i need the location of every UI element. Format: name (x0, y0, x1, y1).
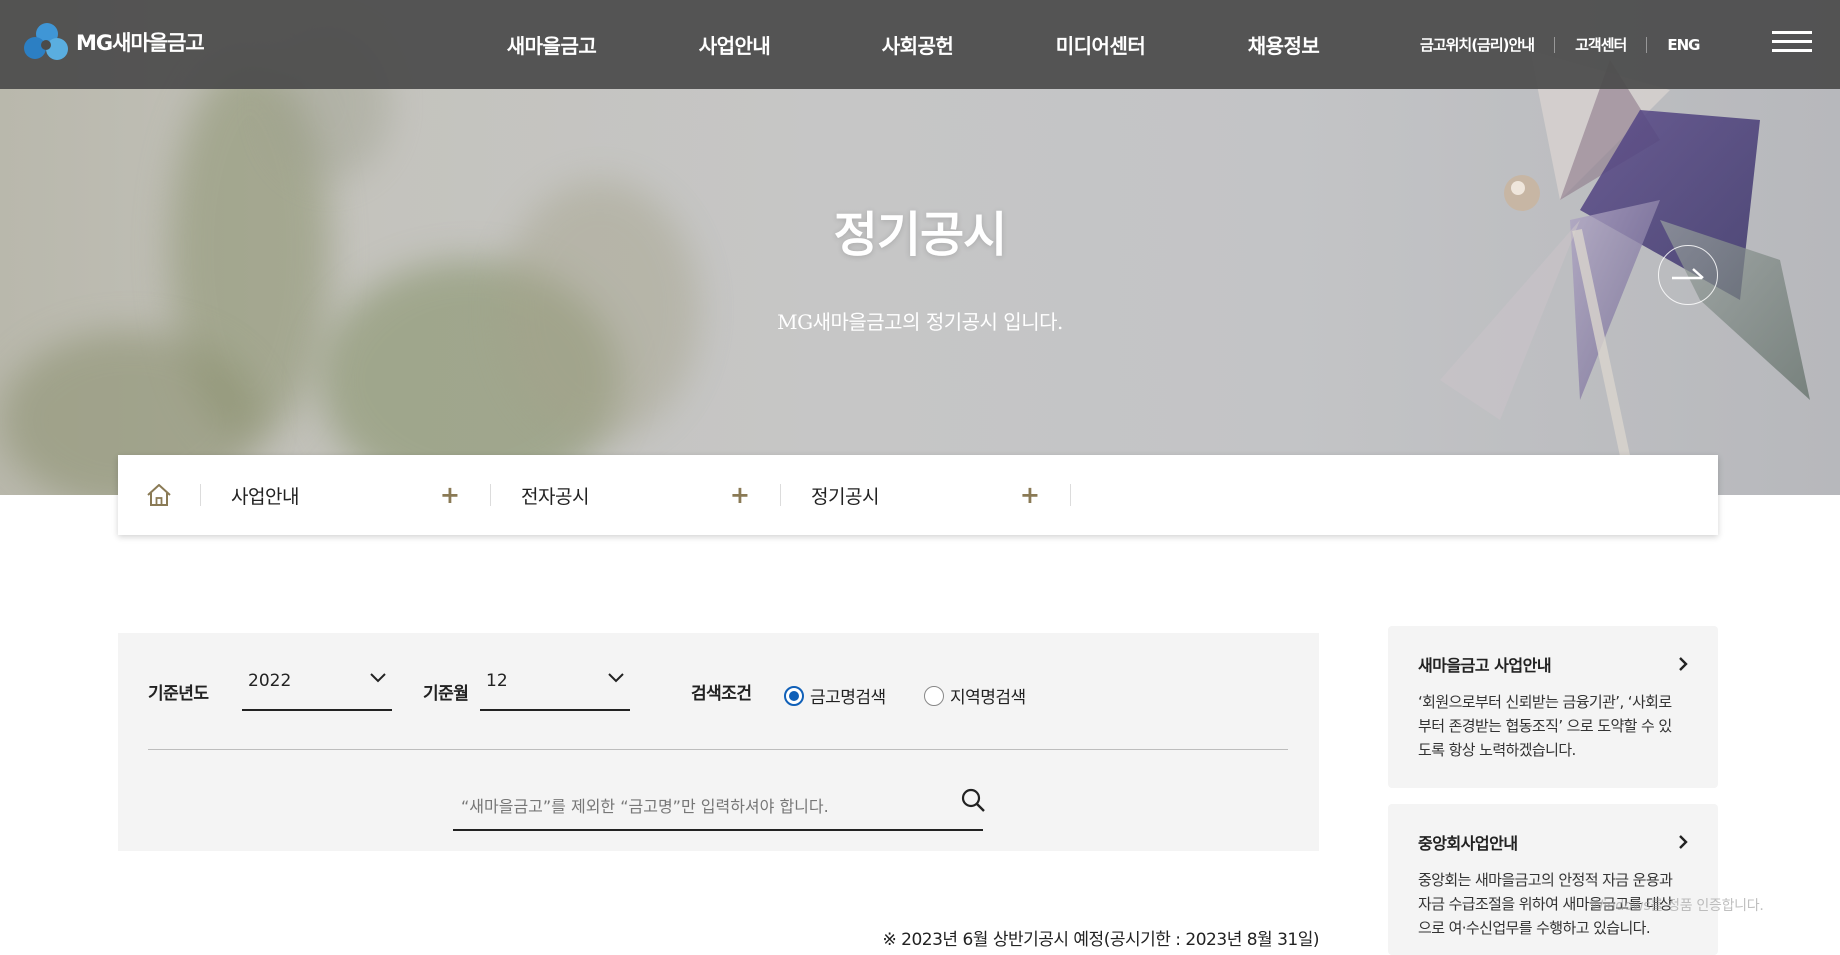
radio-label: 지역명검색 (950, 688, 1026, 708)
search-divider (148, 749, 1288, 750)
card-header: 중앙회사업안내 (1418, 830, 1688, 854)
card-desc-line: 도록 항상 노력하겠습니다. (1418, 741, 1576, 759)
next-slide-button[interactable] (1658, 245, 1718, 305)
activation-watermark: Windows를 정품 인증합니다. (1590, 898, 1764, 914)
radio-name-search[interactable]: 금고명검색 (784, 683, 886, 708)
utility-nav: 금고위치(금리)안내 고객센터 ENG (1420, 0, 1700, 89)
chevron-down-icon (608, 673, 624, 683)
breadcrumb-item-disclosure[interactable]: 전자공시 + (491, 455, 780, 535)
card-title: 새마을금고 사업안내 (1418, 656, 1552, 675)
site-header: MG새마을금고 새마을금고 사업안내 사회공헌 미디어센터 채용정보 금고위치(… (0, 0, 1840, 89)
breadcrumb: 사업안내 + 전자공시 + 정기공시 + (118, 455, 1718, 535)
card-central-business[interactable]: 중앙회사업안내 중앙회는 새마을금고의 안정적 자금 운용과 자금 수급조절을 … (1388, 804, 1718, 955)
card-desc-line: 중앙회는 새마을금고의 안정적 자금 운용과 (1418, 871, 1673, 889)
radio-checked-icon (784, 685, 804, 706)
card-title: 중앙회사업안내 (1418, 834, 1518, 853)
util-location-link[interactable]: 금고위치(금리)안내 (1420, 34, 1535, 55)
nav-item-saemaeul[interactable]: 새마을금고 (460, 30, 643, 59)
breadcrumb-item-regular[interactable]: 정기공시 + (781, 455, 1070, 535)
breadcrumb-divider (1070, 484, 1071, 506)
breadcrumb-item-business[interactable]: 사업안내 + (201, 455, 490, 535)
card-saemaeul-business[interactable]: 새마을금고 사업안내 ‘회원으로부터 신뢰받는 금융기관’, ‘사회로 부터 존… (1388, 626, 1718, 788)
page-title: 정기공시 (833, 207, 1008, 263)
breadcrumb-label: 정기공시 (811, 485, 879, 508)
chevron-right-icon (1679, 657, 1688, 671)
nav-item-recruit[interactable]: 채용정보 (1192, 30, 1375, 59)
nav-item-social[interactable]: 사회공헌 (826, 30, 1009, 59)
search-icon[interactable] (960, 787, 986, 813)
hamburger-menu-button[interactable] (1772, 31, 1812, 53)
month-select[interactable]: 12 (480, 633, 630, 711)
year-select[interactable]: 2022 (242, 633, 392, 711)
card-description: ‘회원으로부터 신뢰받는 금융기관’, ‘사회로 부터 존경받는 협동조직’ 으… (1418, 690, 1688, 762)
radio-label: 금고명검색 (810, 688, 886, 708)
disclosure-notice: ※ 2023년 6월 상반기공시 예정(공시기한 : 2023년 8월 31일) (882, 930, 1320, 950)
breadcrumb-label: 사업안내 (231, 485, 299, 508)
util-customer-link[interactable]: 고객센터 (1575, 34, 1627, 55)
util-divider (1554, 36, 1556, 53)
hamburger-icon (1772, 40, 1812, 43)
hamburger-icon (1772, 49, 1812, 52)
card-desc-line: ‘회원으로부터 신뢰받는 금융기관’, ‘사회로 (1418, 693, 1672, 711)
year-label: 기준년도 (148, 684, 209, 704)
arrow-right-icon (1672, 268, 1704, 280)
month-value: 12 (486, 671, 508, 691)
radio-region-search[interactable]: 지역명검색 (924, 683, 1026, 708)
search-panel: 기준년도 2022 기준월 12 검색조건 금고명검색 지역명검색 (118, 633, 1319, 851)
main-nav: 새마을금고 사업안내 사회공헌 미디어센터 채용정보 (460, 0, 1375, 89)
util-eng-link[interactable]: ENG (1667, 36, 1700, 54)
plus-icon: + (1019, 481, 1040, 509)
home-icon (147, 484, 171, 506)
search-input[interactable] (453, 783, 983, 831)
util-divider (1646, 36, 1648, 53)
nav-item-business[interactable]: 사업안내 (643, 30, 826, 59)
hamburger-icon (1772, 31, 1812, 34)
card-desc-line: 으로 여·수신업무를 수행하고 있습니다. (1418, 919, 1651, 937)
chevron-right-icon (1679, 835, 1688, 849)
logo-text: MG새마을금고 (76, 31, 205, 55)
condition-label: 검색조건 (691, 684, 752, 704)
month-label: 기준월 (423, 684, 469, 704)
breadcrumb-label: 전자공시 (521, 485, 589, 508)
plus-icon: + (729, 481, 750, 509)
plus-icon: + (439, 481, 460, 509)
year-value: 2022 (248, 671, 292, 691)
nav-item-media[interactable]: 미디어센터 (1009, 30, 1192, 59)
card-header: 새마을금고 사업안내 (1418, 652, 1688, 676)
site-logo[interactable]: MG새마을금고 (22, 20, 205, 64)
radio-unchecked-icon (924, 685, 944, 706)
page-subtitle: MG새마을금고의 정기공시 입니다. (777, 310, 1063, 334)
mg-logo-icon (24, 23, 68, 60)
breadcrumb-home[interactable] (118, 455, 200, 535)
card-desc-line: 부터 존경받는 협동조직’ 으로 도약할 수 있 (1418, 717, 1672, 735)
chevron-down-icon (370, 673, 386, 683)
